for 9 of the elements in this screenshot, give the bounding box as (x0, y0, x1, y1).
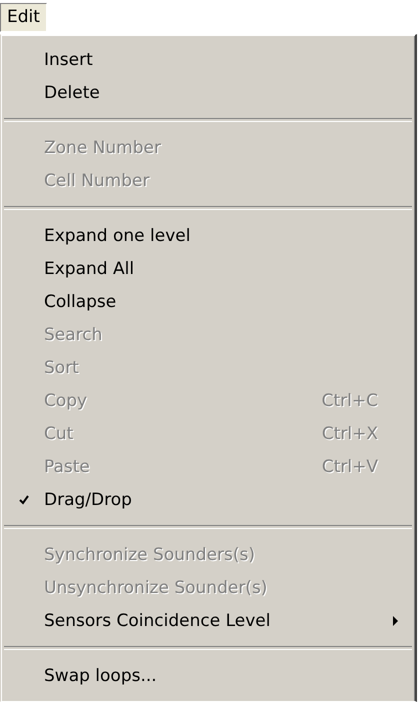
menu-item[interactable]: Drag/Drop (4, 483, 412, 516)
menu-item[interactable]: Delete (4, 76, 412, 109)
menu-bar-item[interactable]: Edit (0, 3, 47, 32)
menu-item[interactable]: Expand All (4, 252, 412, 285)
menu-item[interactable]: Sensors Coincidence Level (4, 604, 412, 637)
menu-item[interactable]: Insert (4, 43, 412, 76)
menu-item[interactable]: Swap loops... (4, 659, 412, 692)
menu-item[interactable]: Expand one level (4, 219, 412, 252)
menu-item[interactable]: Collapse (4, 285, 412, 318)
